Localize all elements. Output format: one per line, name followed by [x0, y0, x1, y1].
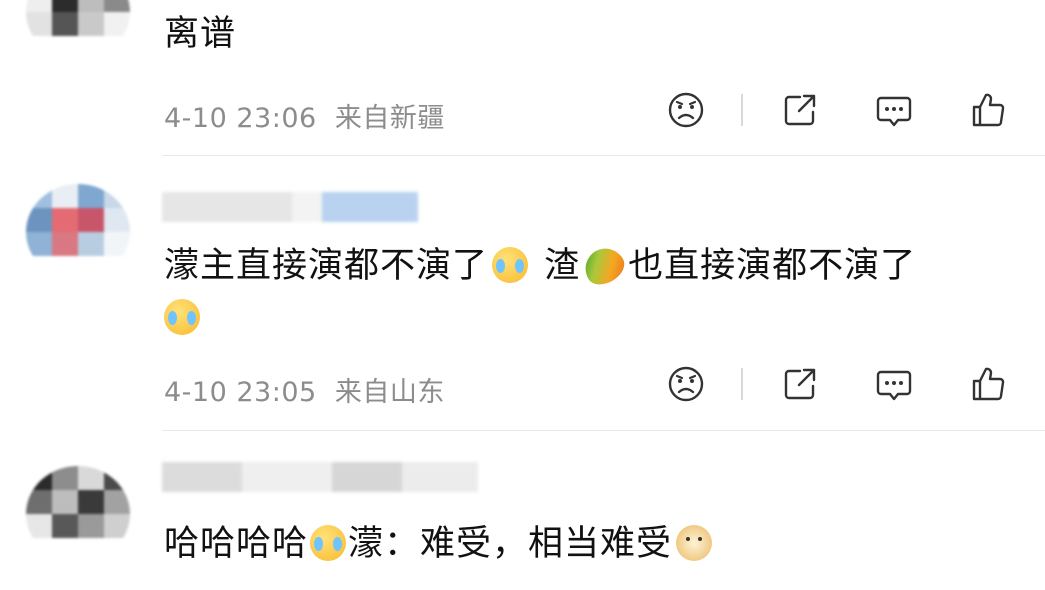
avatar-mosaic-cell [78, 490, 104, 514]
avatar-mosaic-cell [104, 12, 130, 36]
avatar-mosaic-cell [104, 466, 130, 490]
doge-emoji [676, 525, 713, 561]
share-button[interactable] [778, 88, 822, 132]
avatar-mosaic-cell [26, 514, 52, 538]
comment-bubble-icon [876, 370, 912, 401]
avatar-mosaic-cell [104, 490, 130, 514]
avatar-mosaic-cell [26, 466, 52, 490]
share-icon [784, 94, 816, 126]
comment-meta: 4-10 23:06 来自新疆 [164, 88, 1045, 138]
cry-laugh-emoji [310, 525, 347, 561]
avatar-mosaic-cell [78, 12, 104, 36]
comment-meta: 4-10 23:05 来自山东 [164, 362, 1045, 412]
avatar[interactable] [26, 0, 130, 60]
avatar-mosaic-cell [52, 232, 78, 256]
divider [741, 94, 743, 126]
mango-emoji [578, 241, 630, 291]
avatar-mosaic-cell [104, 208, 130, 232]
avatar-mosaic-cell [52, 184, 78, 208]
avatar-mosaic-cell [78, 208, 104, 232]
reply-button[interactable] [872, 362, 916, 406]
divider [741, 368, 743, 400]
avatar-mosaic-cell [78, 0, 104, 12]
comment-divider [162, 430, 1045, 431]
cry-laugh-emoji [164, 299, 200, 335]
comment-text: 濛主直接演都不演了 渣也直接演都不演了 [164, 240, 1024, 344]
share-icon [784, 368, 816, 400]
avatar-mosaic-cell [26, 208, 52, 232]
avatar-mosaic-cell [26, 232, 52, 256]
thumbs-up-icon [972, 93, 1005, 127]
avatar[interactable] [26, 184, 130, 280]
dislike-button[interactable] [664, 88, 708, 132]
like-button[interactable] [966, 88, 1010, 132]
avatar-mosaic-cell [104, 232, 130, 256]
comment-bubble-icon [876, 96, 912, 127]
avatar-mosaic-cell [26, 12, 52, 36]
sad-face-icon [668, 92, 704, 128]
sad-face-icon [668, 366, 704, 402]
like-button[interactable] [966, 362, 1010, 406]
comment-text: 离谱 [164, 14, 237, 54]
avatar-mosaic-cell [26, 184, 52, 208]
username[interactable] [162, 192, 418, 222]
avatar-mosaic-cell [78, 232, 104, 256]
dislike-button[interactable] [664, 362, 708, 406]
avatar-mosaic-cell [78, 514, 104, 538]
avatar-mosaic-cell [26, 490, 52, 514]
comment-time: 4-10 23:05 来自山东 [164, 377, 445, 408]
avatar-mosaic-cell [104, 184, 130, 208]
share-button[interactable] [778, 362, 822, 406]
avatar-mosaic-cell [52, 490, 78, 514]
comment-time: 4-10 23:06 来自新疆 [164, 103, 445, 134]
comment-divider [162, 155, 1045, 156]
avatar-mosaic-cell [104, 514, 130, 538]
avatar-mosaic-cell [78, 466, 104, 490]
avatar-mosaic-cell [52, 466, 78, 490]
avatar-mosaic-cell [52, 208, 78, 232]
comment-text: 哈哈哈哈 濛：难受，相当难受 [164, 518, 1024, 570]
avatar-mosaic-cell [26, 0, 52, 12]
reply-button[interactable] [872, 88, 916, 132]
avatar[interactable] [26, 466, 130, 562]
cry-laugh-emoji [492, 247, 529, 283]
avatar-mosaic-cell [52, 514, 78, 538]
avatar-mosaic-cell [78, 184, 104, 208]
avatar-mosaic-cell [52, 12, 78, 36]
avatar-mosaic-cell [104, 0, 130, 12]
username[interactable] [162, 462, 478, 492]
thumbs-up-icon [972, 367, 1005, 401]
avatar-mosaic-cell [52, 0, 78, 12]
